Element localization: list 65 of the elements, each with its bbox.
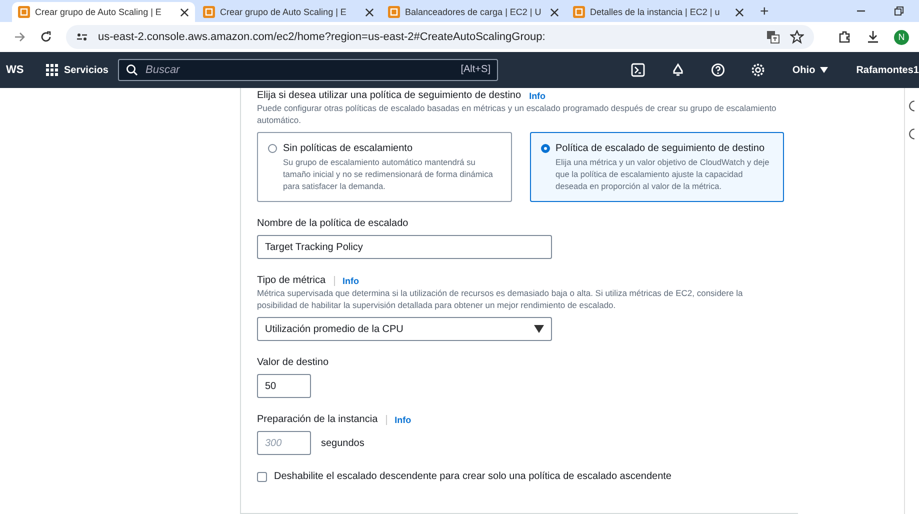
description-text: Puede configurar otras políticas de escalado basadas en métricas y un escalado programado después de crear su grupo de escalamiento automático. (257, 102, 778, 126)
aws-logo[interactable]: WS (0, 64, 26, 76)
close-icon[interactable] (550, 8, 559, 16)
browser-tab[interactable]: Detalles de la instancia | EC2 | u (567, 2, 750, 22)
favicon-icon (203, 6, 215, 18)
favicon-icon (573, 6, 585, 18)
new-tab-button[interactable]: + (752, 2, 777, 22)
option-description: Su grupo de escalamiento automático mantendrá su tamaño inicial y no se redimensionará de forma dinámica para satisfacer la demanda. (283, 156, 494, 192)
field-label: Nombre de la política de escalado (257, 218, 408, 229)
close-icon[interactable] (180, 8, 189, 16)
option-description: Elija una métrica y un valor objetivo de CloudWatch y deje que la política de escalamiento ajuste la capacidad deseada en proporción al valor de la métrica. (556, 156, 770, 192)
info-link[interactable]: Info (529, 90, 546, 100)
description-text: Métrica supervisada que determina si la utilización de recursos es demasiado baja o alta. Si utiliza métricas de EC2, considere la posibilidad de habilitar la supervisión detallada para obtener un mejor rendimiento de escalado. (257, 287, 744, 311)
policy-option-tile[interactable]: Sin políticas de escalamiento Su grupo de escalamiento automático mantendrá su tamaño inicial y no se redimensionará de forma dinámica para satisfacer la demanda. (257, 132, 512, 202)
shortcut-hint: [Alt+S] (460, 64, 490, 75)
download-icon[interactable] (866, 30, 880, 44)
section-heading: Elija si desea utilizar una política de seguimiento de destino (257, 90, 522, 101)
tab-title: Crear grupo de Auto Scaling | E (220, 7, 348, 17)
browser-tab[interactable]: Crear grupo de Auto Scaling | E (12, 2, 195, 22)
option-title: Sin políticas de escalamiento (283, 143, 414, 154)
tab-title: Balanceadores de carga | EC2 | U (405, 7, 542, 17)
info-link[interactable]: Info (334, 276, 360, 286)
grid-icon (46, 64, 58, 76)
close-icon[interactable] (365, 8, 374, 16)
radio-button[interactable] (540, 144, 550, 153)
forward-icon[interactable] (14, 31, 26, 43)
account-menu[interactable]: Rafamontes1 (856, 64, 919, 76)
puzzle-icon[interactable] (838, 30, 852, 44)
url-text: us-east-2.console.aws.amazon.com/ec2/home?region=us-east-2#CreateAutoScalingGroup: (98, 31, 546, 43)
field-label: Valor de destino (257, 357, 329, 368)
favicon-icon (388, 6, 400, 18)
unit-label: segundos (321, 438, 364, 448)
policy-name-field[interactable]: Target Tracking Policy (257, 235, 552, 259)
field-label: Preparación de la instancia (257, 414, 378, 425)
field-label: Tipo de métrica (257, 275, 326, 286)
metric-dropdown[interactable]: Utilización promedio de la CPU (257, 317, 552, 341)
help-icon[interactable] (711, 63, 726, 77)
settings-icon[interactable] (751, 63, 766, 77)
terminal-icon[interactable] (631, 63, 646, 77)
site-settings-icon[interactable] (76, 31, 88, 43)
star-icon[interactable] (790, 30, 804, 44)
checkbox-label: Deshabilite el escalado descendente para crear solo una política de escalado ascendente (274, 471, 672, 482)
warmup-field[interactable]: 300 (257, 431, 311, 455)
translate-icon[interactable] (766, 30, 780, 44)
browser-tab[interactable]: Crear grupo de Auto Scaling | E (197, 2, 380, 22)
reload-icon[interactable] (40, 31, 52, 43)
address-field[interactable]: us-east-2.console.aws.amazon.com/ec2/home?region=us-east-2#CreateAutoScalingGroup: (66, 25, 814, 49)
policy-option-tile[interactable] (530, 132, 784, 202)
caret-icon (820, 67, 828, 73)
bell-icon[interactable] (671, 63, 686, 77)
tab-title: Crear grupo de Auto Scaling | E (35, 7, 162, 17)
option-title: Política de escalado de seguimiento de destino (556, 143, 766, 154)
region-menu[interactable]: Ohio (792, 64, 828, 76)
caret-icon (534, 325, 544, 333)
radio-button[interactable] (268, 144, 277, 153)
tab-title: Detalles de la instancia | EC2 | u (590, 7, 721, 17)
restore-icon[interactable] (893, 5, 905, 17)
browser-tab[interactable]: Balanceadores de carga | EC2 | U (382, 2, 565, 22)
checkbox[interactable] (257, 472, 267, 482)
target-value-field[interactable]: 50 (257, 374, 311, 398)
services-menu[interactable]: Servicios (46, 64, 108, 76)
close-icon[interactable] (735, 8, 744, 16)
info-link[interactable]: Info (386, 414, 412, 424)
profile-avatar[interactable]: N (894, 30, 909, 44)
favicon-icon (18, 6, 30, 18)
